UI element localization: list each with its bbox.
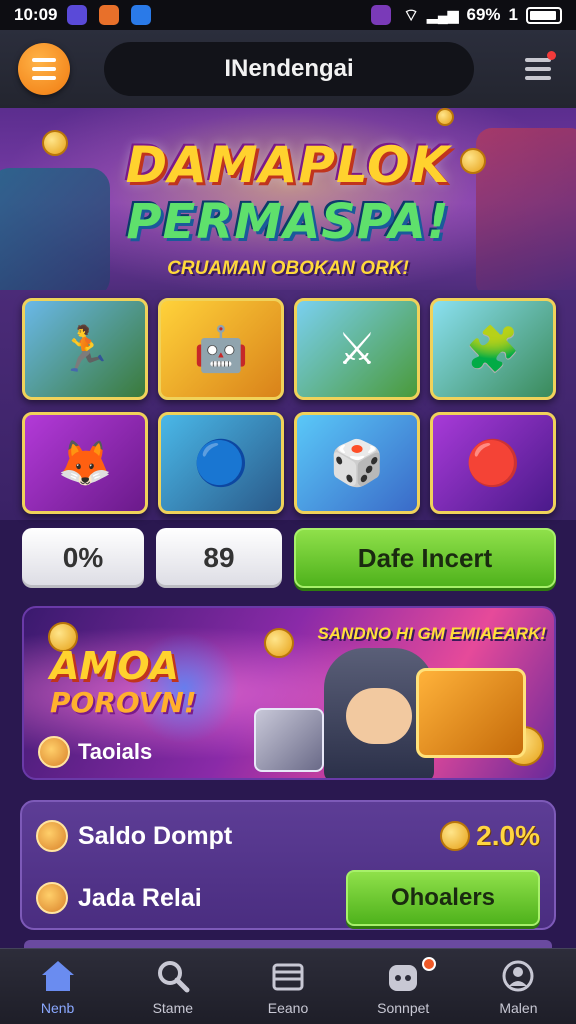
- notification-badge: [421, 957, 436, 971]
- promo-tagline: SANDNO HI GM EMIAEARK!: [317, 624, 546, 643]
- nav-label: Stame: [152, 999, 194, 1016]
- stat-percent: 0%: [22, 528, 144, 588]
- reward-label: Jada Relai: [78, 883, 202, 912]
- puzzle-game-icon: 🧩: [465, 324, 521, 375]
- hamburger-icon-line: [32, 67, 56, 71]
- promo-title-line2: POROVN!: [50, 686, 197, 719]
- list-icon-line: [525, 76, 551, 80]
- app-notification-icon: [67, 5, 88, 25]
- character-face: [346, 688, 412, 744]
- coin-icon: [440, 821, 471, 851]
- game-tile[interactable]: 🏃: [22, 298, 148, 400]
- list-icon: [525, 58, 551, 62]
- signal-label: 1: [508, 5, 518, 24]
- nav-label: Nenb: [40, 999, 75, 1016]
- nav-item-games[interactable]: Sonnpet: [346, 949, 461, 1024]
- nav-item-search[interactable]: Stame: [115, 949, 230, 1024]
- orb-game-icon: 🔴: [465, 438, 521, 489]
- hero-game-icon: 🦊: [57, 438, 113, 489]
- wallet-icon: [268, 958, 308, 994]
- game-tile[interactable]: 🦊: [22, 412, 148, 514]
- hero-title: DAMAPLOK: [125, 136, 451, 194]
- robot-game-icon: 🤖: [193, 324, 249, 375]
- battery-icon: [526, 6, 562, 24]
- game-tile[interactable]: 🔴: [430, 412, 556, 514]
- nav-label: Sonnpet: [377, 999, 430, 1016]
- list-icon-line: [525, 67, 551, 71]
- app-notification-icon: [371, 5, 392, 25]
- battery-percent: 69%: [466, 5, 501, 24]
- coin-icon: [436, 108, 454, 126]
- nav-label: Malen: [499, 999, 538, 1016]
- promo-title: AMOA: [50, 644, 179, 688]
- promo-banner[interactable]: SANDNO HI GM EMIAEARK! AMOA POROVN! Taoi…: [22, 606, 556, 780]
- status-bar: 10:09 ⌔ ▂▄▆ 69% 1: [0, 0, 576, 30]
- balance-value: 2.0%: [440, 820, 540, 852]
- app-title: INendengai: [104, 42, 474, 96]
- hamburger-icon-line: [32, 76, 56, 80]
- nav-item-wallet[interactable]: Eeano: [230, 949, 345, 1024]
- reward-row: Jada Relai Ohoalers: [36, 870, 540, 926]
- hero-title-line2: PERMASPA!: [126, 194, 450, 250]
- hamburger-icon: [32, 58, 56, 62]
- balance-label: Saldo Dompt: [78, 821, 233, 850]
- notification-dot: [547, 51, 556, 60]
- hero-banner[interactable]: DAMAPLOK PERMASPA! CRUAMAN OBOKAN ORK!: [0, 108, 576, 298]
- app-notification-icon: [99, 5, 120, 25]
- signal-icon: ▂▄▆: [427, 6, 459, 23]
- bottom-navigation: Nenb Stame Eeano Sonnpet Malen: [0, 948, 576, 1024]
- home-icon: [38, 958, 78, 994]
- claim-button[interactable]: Ohoalers: [346, 870, 540, 926]
- stat-count: 89: [156, 528, 282, 588]
- hero-subtitle: CRUAMAN OBOKAN ORK!: [167, 258, 409, 279]
- cube-decoration: [254, 708, 324, 772]
- balance-row: Saldo Dompt 2.0%: [36, 814, 540, 858]
- nav-item-home[interactable]: Nenb: [0, 949, 115, 1024]
- balance-amount: 2.0%: [476, 820, 540, 851]
- nav-item-profile[interactable]: Malen: [461, 949, 576, 1024]
- insert-button[interactable]: Dafe Incert: [294, 528, 556, 588]
- battle-game-icon: ⚔: [337, 323, 377, 375]
- fox-avatar-icon: [36, 820, 68, 852]
- game-tile[interactable]: 🔵: [158, 412, 284, 514]
- game-grid: 🏃 🤖 ⚔ 🧩 🦊 🔵 🎲 🔴: [22, 298, 556, 516]
- dice-game-icon: 🎲: [329, 438, 385, 489]
- game-tile[interactable]: ⚔: [294, 298, 420, 400]
- gamepad-icon: [383, 958, 423, 994]
- app-header: INendengai: [0, 30, 576, 108]
- cannon-game-icon: 🔵: [193, 438, 249, 489]
- coin-icon: [264, 628, 294, 658]
- promo-footer[interactable]: Taoials: [38, 736, 152, 768]
- game-tile[interactable]: 🤖: [158, 298, 284, 400]
- status-time: 10:09: [14, 5, 58, 24]
- app-notification-icon: [131, 5, 152, 25]
- treasure-box-decoration: [416, 668, 526, 758]
- profile-icon: [498, 958, 538, 994]
- settings-button[interactable]: [518, 49, 558, 89]
- tutorial-label: Taoials: [78, 739, 153, 764]
- search-icon: [153, 958, 193, 994]
- menu-button[interactable]: [18, 43, 70, 95]
- game-tile[interactable]: 🧩: [430, 298, 556, 400]
- wallet-panel: Saldo Dompt 2.0% Jada Relai Ohoalers: [20, 800, 556, 930]
- star-avatar-icon: [36, 882, 68, 914]
- stats-row: 0% 89 Dafe Incert: [22, 528, 556, 590]
- game-tile[interactable]: 🎲: [294, 412, 420, 514]
- tutorial-icon: [38, 736, 70, 768]
- wifi-icon: ⌔: [403, 5, 420, 25]
- nav-label: Eeano: [267, 999, 309, 1016]
- adventure-game-icon: 🏃: [57, 324, 113, 375]
